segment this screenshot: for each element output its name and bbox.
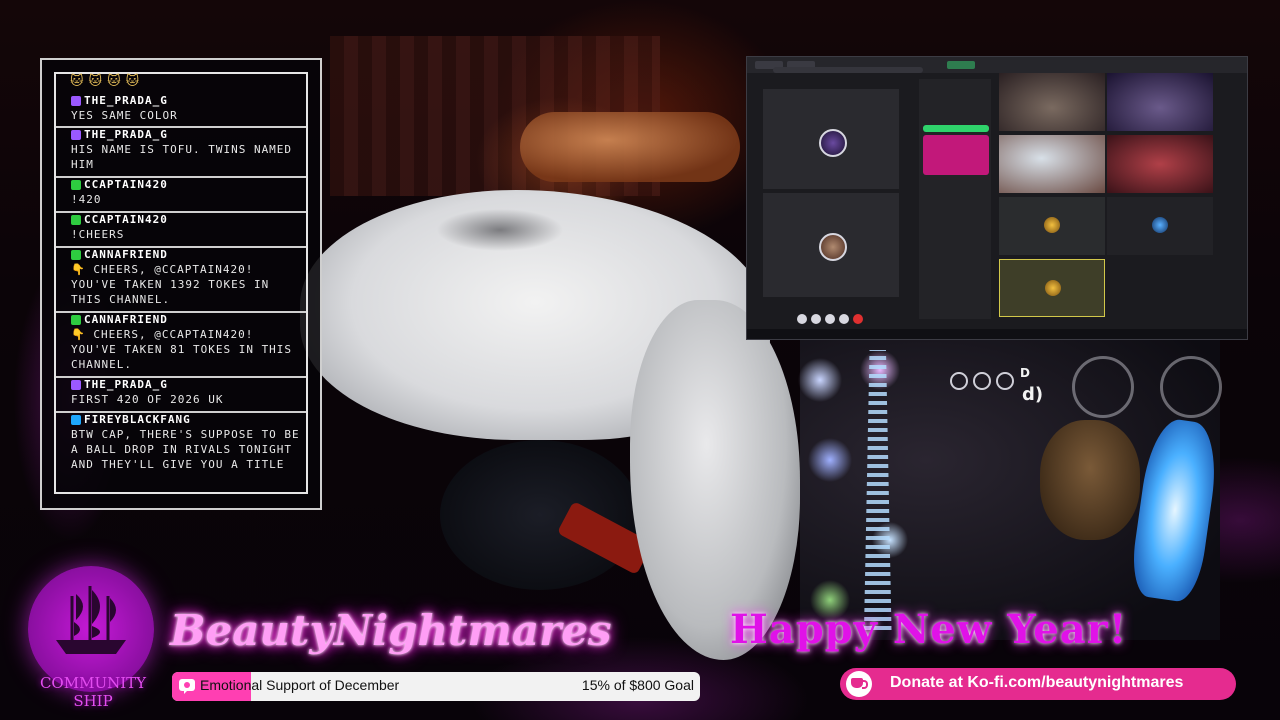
kofi-cup-icon [846, 671, 872, 697]
goal-progress-text: 15% of $800 Goal [581, 677, 694, 693]
loading-dots [950, 372, 1019, 394]
mic-icon[interactable] [797, 314, 807, 324]
text-fragment: D [1020, 366, 1030, 380]
chat-username: THE_PRADA_G [84, 378, 168, 391]
dot-icon [973, 372, 991, 390]
user-badge-icon [71, 215, 81, 225]
meeting-participant-tile[interactable] [763, 193, 899, 297]
user-badge-icon [71, 380, 81, 390]
address-bar[interactable] [773, 67, 923, 73]
chat-message: CCAPTAIN420 !CHEERS [56, 213, 306, 248]
chat-text: 👇 CHEERS, @CCAPTAIN420! YOU'VE TAKEN 81 … [71, 328, 293, 371]
chat-text: HIS NAME IS TOFU. TWINS NAMED HIM [71, 143, 293, 171]
circle-outline-icon [1072, 356, 1134, 418]
windows-taskbar [747, 329, 1247, 339]
kofi-donate-banner[interactable]: Donate at Ko-fi.com/beautynightmares [840, 668, 1236, 700]
channel-name: BeautyNightmares [170, 606, 612, 655]
webcam-tile [1107, 135, 1213, 193]
chat-text: !CHEERS [71, 228, 125, 241]
cup-handle [862, 680, 868, 689]
webcam-tile [1107, 197, 1213, 255]
twitch-goal-icon [179, 679, 195, 694]
user-badge-icon [71, 315, 81, 325]
user-badge-icon [71, 180, 81, 190]
dark-fabric [440, 440, 640, 590]
webcam-tile [999, 197, 1105, 255]
webcam-tile [999, 259, 1105, 317]
browser-tab[interactable] [947, 61, 975, 69]
chat-message: THE_PRADA_G YES SAME COLOR [56, 94, 306, 128]
chat-text: FIRST 420 OF 2026 UK [71, 393, 224, 406]
ship-icon [56, 586, 126, 654]
chat-username: CCAPTAIN420 [84, 213, 168, 226]
groot-figure [1040, 420, 1140, 540]
webcam-tile [1107, 73, 1213, 131]
goal-bar: Emotional Support of December 15% of $80… [172, 672, 700, 701]
dot-icon [996, 372, 1014, 390]
meeting-side-panel [919, 79, 991, 319]
chat-text: 👇 CHEERS, @CCAPTAIN420! YOU'VE TAKEN 139… [71, 263, 270, 306]
avatar [819, 129, 847, 157]
more-icon[interactable] [839, 314, 849, 324]
chat-message: CANNAFRIEND 👇 CHEERS, @CCAPTAIN420! YOU'… [56, 313, 306, 378]
avatar [819, 233, 847, 261]
join-button[interactable] [923, 125, 989, 132]
chat-text: YES SAME COLOR [71, 109, 178, 122]
chat-message: THE_PRADA_G FIRST 420 OF 2026 UK [56, 378, 306, 413]
donate-label: Donate at Ko-fi.com/beautynightmares [890, 674, 1184, 691]
new-year-banner: Happy New Year! [730, 606, 1128, 653]
pillow [520, 112, 740, 182]
dot-icon [950, 372, 968, 390]
hang-up-icon[interactable] [853, 314, 863, 324]
user-badge-icon [71, 130, 81, 140]
chat-message: CANNAFRIEND 👇 CHEERS, @CCAPTAIN420! YOU'… [56, 248, 306, 313]
chat-message: CCAPTAIN420 !420 [56, 178, 306, 213]
meeting-participant-tile[interactable] [763, 89, 899, 189]
chat-message: FIREYBLACKFANG BTW CAP, THERE'S SUPPOSE … [56, 413, 306, 492]
text-fragment: d) [1022, 384, 1044, 405]
notification-card [923, 135, 989, 175]
chat-header-badges: 🐱🐱🐱🐱 [70, 74, 145, 89]
chat-text: BTW CAP, THERE'S SUPPOSE TO BE A BALL DR… [71, 428, 300, 471]
circle-outline-icon [1160, 356, 1222, 418]
flower-lei [790, 340, 920, 640]
user-badge-icon [71, 415, 81, 425]
chat-message: THE_PRADA_G HIS NAME IS TOFU. TWINS NAME… [56, 128, 306, 178]
avatar [1044, 217, 1060, 233]
chat-text: !420 [71, 193, 102, 206]
share-icon[interactable] [825, 314, 835, 324]
chat-username: CANNAFRIEND [84, 248, 168, 261]
chat-username: CANNAFRIEND [84, 313, 168, 326]
chat-username: FIREYBLACKFANG [84, 413, 191, 426]
video-call-window [746, 56, 1248, 340]
chat-username: CCAPTAIN420 [84, 178, 168, 191]
logo-caption: COMMUNITY SHIP [39, 674, 147, 710]
user-badge-icon [71, 250, 81, 260]
goal-title: Emotional Support of December [200, 677, 400, 693]
webcam-tile [999, 135, 1105, 193]
camera-icon[interactable] [811, 314, 821, 324]
chat-username: THE_PRADA_G [84, 94, 168, 107]
avatar [1152, 217, 1168, 233]
meeting-controls [797, 309, 887, 324]
chat-username: THE_PRADA_G [84, 128, 168, 141]
user-badge-icon [71, 96, 81, 106]
webcam-tile [999, 73, 1105, 131]
avatar [1045, 280, 1061, 296]
